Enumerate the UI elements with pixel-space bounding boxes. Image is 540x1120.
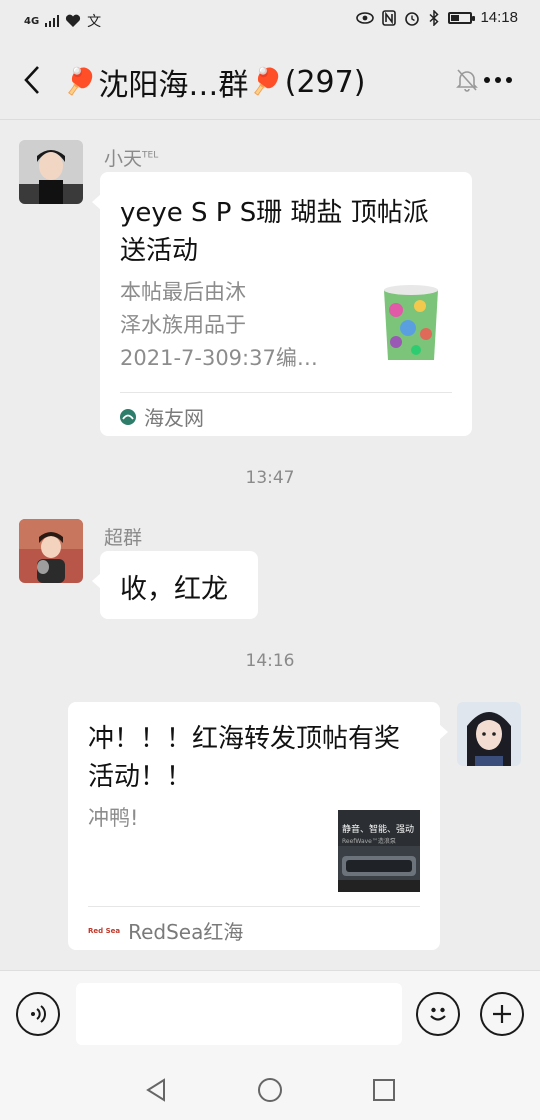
- status-left: 4G 文: [24, 11, 101, 31]
- avatar-image: [19, 519, 83, 583]
- avatar[interactable]: [19, 519, 83, 583]
- eye-icon: [356, 11, 375, 24]
- timestamp: 14:16: [245, 651, 295, 671]
- bluetooth-icon: [429, 9, 440, 26]
- status-time: 14:18: [480, 9, 518, 26]
- input-bar: [0, 970, 540, 1060]
- alarm-icon: [405, 11, 420, 26]
- status-bar: 4G 文 14:18: [0, 0, 540, 40]
- salt-bucket-image: [378, 278, 444, 364]
- avatar-image: [19, 140, 83, 204]
- sender-tag: TEL: [142, 150, 159, 161]
- message-input[interactable]: [76, 983, 402, 1045]
- thumb-caption: 静音、智能、强动: [342, 825, 415, 835]
- link-card[interactable]: yeye S P S珊 瑚盐 顶帖派送活动 本帖最后由沐 泽水族用品于 2021…: [92, 172, 472, 436]
- text-message[interactable]: 收，红龙: [92, 551, 258, 619]
- status-right: 14:18: [356, 9, 518, 26]
- signal-icon: [45, 15, 60, 27]
- card-divider: [120, 392, 452, 393]
- card-title: yeye S P S珊 瑚盐 顶帖派送活动: [120, 198, 429, 266]
- back-button[interactable]: [14, 60, 50, 100]
- nfc-icon: [382, 9, 397, 26]
- card-description: 冲鸭!: [88, 806, 139, 830]
- timestamp: 13:47: [245, 468, 295, 488]
- battery-icon: [448, 11, 476, 24]
- card-thumbnail: [378, 278, 444, 364]
- avatar[interactable]: [19, 140, 83, 204]
- thumb-subcaption: ReefWave™造浪泵: [342, 838, 396, 845]
- more-options-button[interactable]: [482, 66, 514, 94]
- message-text: 收，红龙: [120, 574, 228, 605]
- chat-title[interactable]: 🏓 沈阳海…群 🏓 (297): [64, 60, 365, 104]
- chat-header: 🏓 沈阳海…群 🏓 (297): [0, 40, 540, 120]
- system-nav-bar: [0, 1060, 540, 1120]
- mute-bell-icon: [456, 69, 478, 92]
- card-description: 本帖最后由沐 泽水族用品于 2021-7-309:37编…: [120, 280, 318, 370]
- member-count: (297): [284, 64, 366, 100]
- avatar-image: [457, 702, 521, 766]
- card-source: 海友网: [120, 402, 204, 431]
- circle-home-icon: [258, 1078, 282, 1102]
- heart-icon: [66, 14, 81, 27]
- redsea-logo-icon: Red Sea: [88, 926, 121, 935]
- sender-name: 超群: [104, 527, 143, 549]
- nav-home-button[interactable]: [256, 1076, 284, 1104]
- nav-recents-button[interactable]: [370, 1076, 398, 1104]
- card-source: Red Sea RedSea红海: [88, 920, 244, 944]
- translate-icon: 文: [87, 14, 102, 30]
- smiley-icon: [430, 1007, 446, 1021]
- haiyou-logo-icon: [120, 408, 136, 425]
- ping-pong-icon: 🏓: [64, 67, 97, 97]
- group-name: 沈阳海…群: [98, 68, 249, 103]
- plus-icon: [493, 1005, 511, 1023]
- voice-button[interactable]: [16, 992, 60, 1036]
- wave-pump-image: [338, 846, 420, 892]
- more-functions-button[interactable]: [480, 992, 524, 1036]
- ping-pong-icon: 🏓: [250, 67, 283, 97]
- card-thumbnail: 静音、智能、强动 ReefWave™造浪泵: [338, 810, 420, 892]
- nav-back-button[interactable]: [142, 1076, 170, 1104]
- square-recents-icon: [373, 1079, 395, 1101]
- sender-name: 小天TEL: [104, 148, 159, 170]
- my-avatar[interactable]: [457, 702, 521, 766]
- more-dots-icon: [484, 77, 512, 83]
- triangle-back-icon: [146, 1078, 165, 1102]
- card-title: 冲！！！红海转发顶帖有奖活动！！: [88, 724, 401, 792]
- card-divider: [88, 906, 420, 907]
- network-label: 4G: [24, 15, 40, 27]
- emoji-button[interactable]: [416, 992, 460, 1036]
- chat-messages[interactable]: 小天TEL yeye S P S珊 瑚盐 顶帖派送活动 本帖最后由沐 泽水族用品…: [0, 120, 540, 970]
- voice-icon: [31, 1005, 46, 1023]
- link-card[interactable]: 冲！！！红海转发顶帖有奖活动！！ 冲鸭! 静音、智能、强动 ReefWave™造…: [68, 702, 448, 950]
- chevron-left-icon: [24, 66, 39, 94]
